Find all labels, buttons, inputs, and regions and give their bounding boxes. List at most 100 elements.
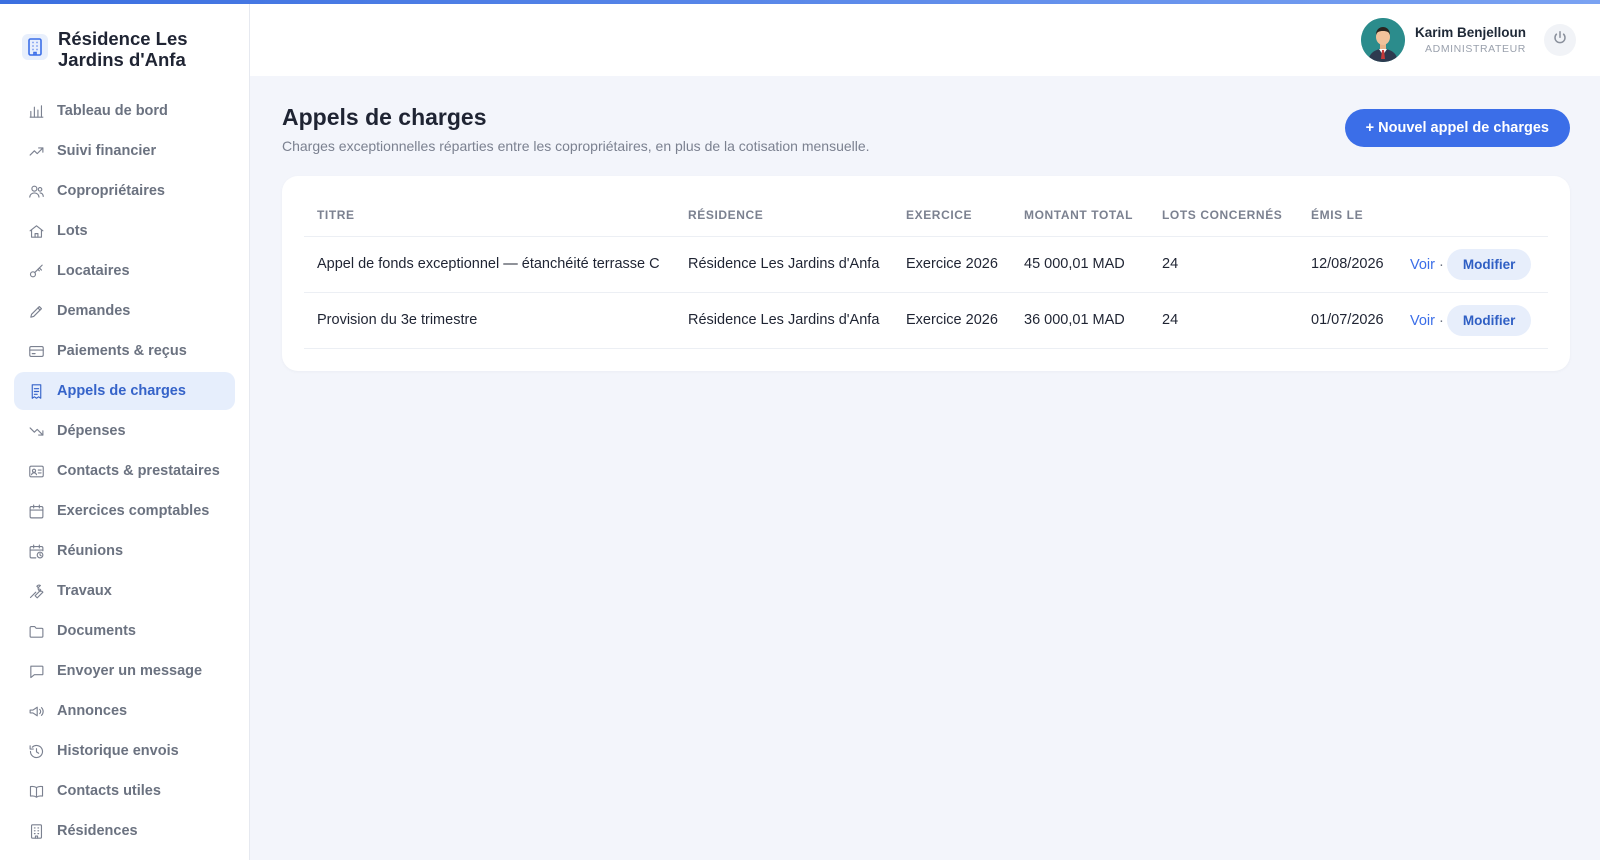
separator: · [1439,256,1444,273]
cell-lots: 24 [1149,236,1298,293]
sidebar-item-label: Locataires [57,263,130,279]
sidebar-item-home[interactable]: Lots [14,212,235,250]
sidebar-item-label: Lots [57,223,88,239]
cell-exercice: Exercice 2026 [893,292,1011,349]
sidebar-item-label: Contacts & prestataires [57,463,220,479]
building-icon [22,34,48,60]
sidebar-item-calendar-clock[interactable]: Réunions [14,532,235,570]
sidebar-item-building[interactable]: Résidences [14,812,235,850]
column-header-actions [1397,194,1548,237]
calendar-icon [28,503,45,520]
sidebar-item-label: Historique envois [57,743,179,759]
sidebar-item-megaphone[interactable]: Annonces [14,692,235,730]
user-role: ADMINISTRATEUR [1425,43,1526,55]
key-icon [28,263,45,280]
column-header-exercice[interactable]: EXERCICE [893,194,1011,237]
receipt-icon [28,383,45,400]
sidebar-item-label: Demandes [57,303,131,319]
sidebar-item-credit-card[interactable]: Paiements & reçus [14,332,235,370]
home-icon [28,223,45,240]
cell-lots: 24 [1149,292,1298,349]
top-accent-bar [0,0,1600,4]
cell-emis: 12/08/2026 [1298,236,1397,293]
trending-up-icon [28,143,45,160]
cell-actions: Voir · Modifier [1397,236,1548,293]
cell-montant: 36 000,01 MAD [1011,292,1149,349]
wrench-icon [28,583,45,600]
voir-link[interactable]: Voir [1410,313,1435,329]
building-icon [28,823,45,840]
id-card-icon [28,463,45,480]
sidebar: Résidence Les Jardins d'Anfa Tableau de … [0,4,250,860]
cell-titre: Appel de fonds exceptionnel — étanchéité… [304,236,675,293]
avatar[interactable] [1360,18,1405,62]
sidebar-item-label: Paiements & reçus [57,343,187,359]
sidebar-nav: Tableau de bord Suivi financier Copropriét… [0,92,249,850]
folder-icon [28,623,45,640]
top-header: Karim Benjelloun ADMINISTRATEUR [250,4,1600,76]
sidebar-item-trending-up[interactable]: Suivi financier [14,132,235,170]
cell-titre: Provision du 3e trimestre [304,292,675,349]
voir-link[interactable]: Voir [1410,257,1435,273]
modifier-button[interactable]: Modifier [1446,248,1532,280]
sidebar-item-wrench[interactable]: Travaux [14,572,235,610]
new-charge-call-button[interactable]: + Nouvel appel de charges [1344,109,1570,147]
sidebar-item-trending-down[interactable]: Dépenses [14,412,235,450]
sidebar-item-key[interactable]: Locataires [14,252,235,290]
sidebar-item-label: Résidences [57,823,138,839]
column-header-montant[interactable]: MONTANT TOTAL [1011,194,1149,237]
logout-button[interactable] [1544,24,1576,56]
sidebar-item-label: Annonces [57,703,128,719]
book-icon [28,783,45,800]
charges-table-card: TITRE RÉSIDENCE EXERCICE MONTANT TOTAL L… [282,176,1570,371]
table-row[interactable]: Appel de fonds exceptionnel — étanchéité… [304,236,1548,293]
cell-emis: 01/07/2026 [1298,292,1397,349]
sidebar-item-label: Copropriétaires [57,183,165,199]
sidebar-item-book[interactable]: Contacts utiles [14,772,235,810]
cell-exercice: Exercice 2026 [893,236,1011,293]
sidebar-item-label: Exercices comptables [57,503,210,519]
separator: · [1439,312,1444,329]
megaphone-icon [28,703,45,720]
sidebar-item-history[interactable]: Historique envois [14,732,235,770]
sidebar-item-message[interactable]: Envoyer un message [14,652,235,690]
table-header-row: TITRE RÉSIDENCE EXERCICE MONTANT TOTAL L… [304,194,1548,237]
sidebar-item-pencil[interactable]: Demandes [14,292,235,330]
user-box: Karim Benjelloun ADMINISTRATEUR [1360,18,1576,62]
brand-title: Résidence Les Jardins d'Anfa [58,28,188,70]
calendar-clock-icon [28,543,45,560]
column-header-emis[interactable]: ÉMIS LE [1298,194,1397,237]
column-header-lots[interactable]: LOTS CONCERNÉS [1149,194,1298,237]
sidebar-item-label: Envoyer un message [57,663,203,679]
charges-table: TITRE RÉSIDENCE EXERCICE MONTANT TOTAL L… [304,194,1548,349]
sidebar-item-users[interactable]: Copropriétaires [14,172,235,210]
user-name: Karim Benjelloun [1414,25,1526,40]
column-header-residence[interactable]: RÉSIDENCE [675,194,893,237]
sidebar-item-label: Tableau de bord [57,103,168,119]
sidebar-item-label: Travaux [57,583,112,599]
sidebar-item-label: Documents [57,623,136,639]
sidebar-item-receipt[interactable]: Appels de charges [14,372,235,410]
users-icon [28,183,45,200]
column-header-titre[interactable]: TITRE [304,194,675,237]
main-content: Appels de charges Charges exceptionnelle… [282,76,1570,371]
sidebar-item-bar-chart[interactable]: Tableau de bord [14,92,235,130]
sidebar-item-label: Contacts utiles [57,783,161,799]
sidebar-item-folder[interactable]: Documents [14,612,235,650]
power-icon [1552,30,1568,51]
cell-residence: Résidence Les Jardins d'Anfa [675,292,893,349]
table-row[interactable]: Provision du 3e trimestre Résidence Les … [304,292,1548,349]
cell-residence: Résidence Les Jardins d'Anfa [675,236,893,293]
sidebar-item-label: Réunions [57,543,124,559]
modifier-button[interactable]: Modifier [1446,304,1532,336]
pencil-icon [28,303,45,320]
sidebar-item-label: Appels de charges [57,383,186,399]
credit-card-icon [28,343,45,360]
sidebar-item-calendar[interactable]: Exercices comptables [14,492,235,530]
cell-actions: Voir · Modifier [1397,292,1548,349]
cell-montant: 45 000,01 MAD [1011,236,1149,293]
brand: Résidence Les Jardins d'Anfa [0,4,249,92]
sidebar-item-id-card[interactable]: Contacts & prestataires [14,452,235,490]
history-icon [28,743,45,760]
sidebar-item-label: Suivi financier [57,143,157,159]
